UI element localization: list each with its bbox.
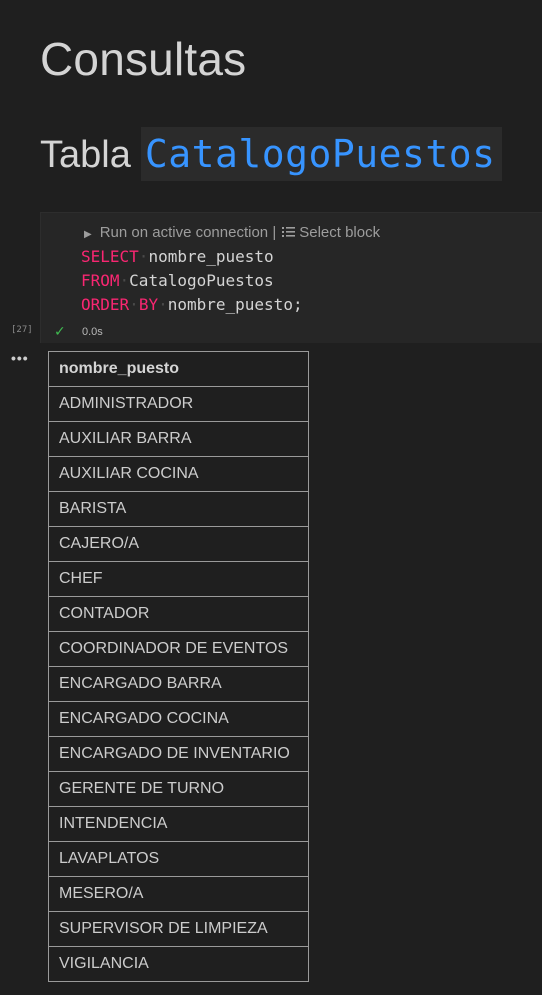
table-row: GERENTE DE TURNO (48, 771, 309, 807)
table-cell: ENCARGADO BARRA (48, 666, 309, 702)
table-cell: CONTADOR (48, 596, 309, 632)
table-row: BARISTA (48, 491, 309, 527)
sql-keyword: ORDER (81, 295, 130, 314)
table-cell: GERENTE DE TURNO (48, 771, 309, 807)
heading-tabla-text: Tabla (40, 134, 131, 176)
execution-count: [27] (11, 325, 33, 335)
table-cell: CAJERO/A (48, 526, 309, 562)
codelens-separator: | (272, 224, 277, 241)
table-cell: ADMINISTRADOR (48, 386, 309, 422)
table-cell: AUXILIAR BARRA (48, 421, 309, 457)
table-cell: SUPERVISOR DE LIMPIEZA (48, 911, 309, 947)
table-body: ADMINISTRADOR AUXILIAR BARRA AUXILIAR COCI… (48, 386, 309, 982)
select-block-link[interactable]: Select block (299, 224, 380, 241)
table-row: SUPERVISOR DE LIMPIEZA (48, 911, 309, 947)
table-row: MESERO/A (48, 876, 309, 912)
table-row: AUXILIAR BARRA (48, 421, 309, 457)
codelens-bar: ▶ Run on active connection | Select block (84, 224, 380, 242)
execution-time: 0.0s (82, 326, 103, 338)
code-line-3[interactable]: ORDER·BY·nombre_puesto; (81, 294, 303, 316)
table-row: CONTADOR (48, 596, 309, 632)
table-row: VIGILANCIA (48, 946, 309, 982)
code-line-1[interactable]: SELECT·nombre_puesto (81, 246, 274, 268)
table-row: AUXILIAR COCINA (48, 456, 309, 492)
table-cell: VIGILANCIA (48, 946, 309, 982)
table-cell: INTENDENCIA (48, 806, 309, 842)
code-line-2[interactable]: FROM·CatalogoPuestos (81, 270, 274, 292)
table-row: ADMINISTRADOR (48, 386, 309, 422)
list-icon[interactable] (282, 225, 296, 242)
table-cell: ENCARGADO DE INVENTARIO (48, 736, 309, 772)
column-header: nombre_puesto (48, 351, 309, 387)
table-row: COORDINADOR DE EVENTOS (48, 631, 309, 667)
table-cell: AUXILIAR COCINA (48, 456, 309, 492)
sql-code-cell[interactable]: ▶ Run on active connection | Select block … (40, 212, 542, 343)
table-row: INTENDENCIA (48, 806, 309, 842)
sql-text: nombre_puesto (148, 247, 274, 266)
table-cell: ENCARGADO COCINA (48, 701, 309, 737)
table-row: ENCARGADO DE INVENTARIO (48, 736, 309, 772)
ellipsis-icon[interactable]: ••• (11, 350, 29, 366)
table-row: LAVAPLATOS (48, 841, 309, 877)
table-cell: CHEF (48, 561, 309, 597)
table-row: ENCARGADO COCINA (48, 701, 309, 737)
table-cell: MESERO/A (48, 876, 309, 912)
heading-inline-code: CatalogoPuestos (140, 127, 502, 181)
sql-text: CatalogoPuestos (129, 271, 274, 290)
table-cell: COORDINADOR DE EVENTOS (48, 631, 309, 667)
sql-keyword: SELECT (81, 247, 139, 266)
table-cell: LAVAPLATOS (48, 841, 309, 877)
heading-tabla: Tabla CatalogoPuestos (40, 126, 502, 184)
table-row: ENCARGADO BARRA (48, 666, 309, 702)
sql-keyword: FROM (81, 271, 120, 290)
heading-consultas: Consultas (40, 33, 247, 85)
table-header-row: nombre_puesto (48, 351, 309, 387)
play-icon[interactable]: ▶ (84, 229, 92, 240)
sql-keyword: BY (138, 295, 159, 314)
sql-text: nombre_puesto; (167, 295, 303, 314)
execution-status-row: ✓ 0.0s (41, 323, 542, 345)
table-cell: BARISTA (48, 491, 309, 527)
result-table: nombre_puesto ADMINISTRADOR AUXILIAR BARR… (48, 351, 309, 982)
run-on-active-connection-link[interactable]: Run on active connection (100, 224, 268, 241)
check-icon: ✓ (54, 323, 66, 339)
table-row: CHEF (48, 561, 309, 597)
table-row: CAJERO/A (48, 526, 309, 562)
